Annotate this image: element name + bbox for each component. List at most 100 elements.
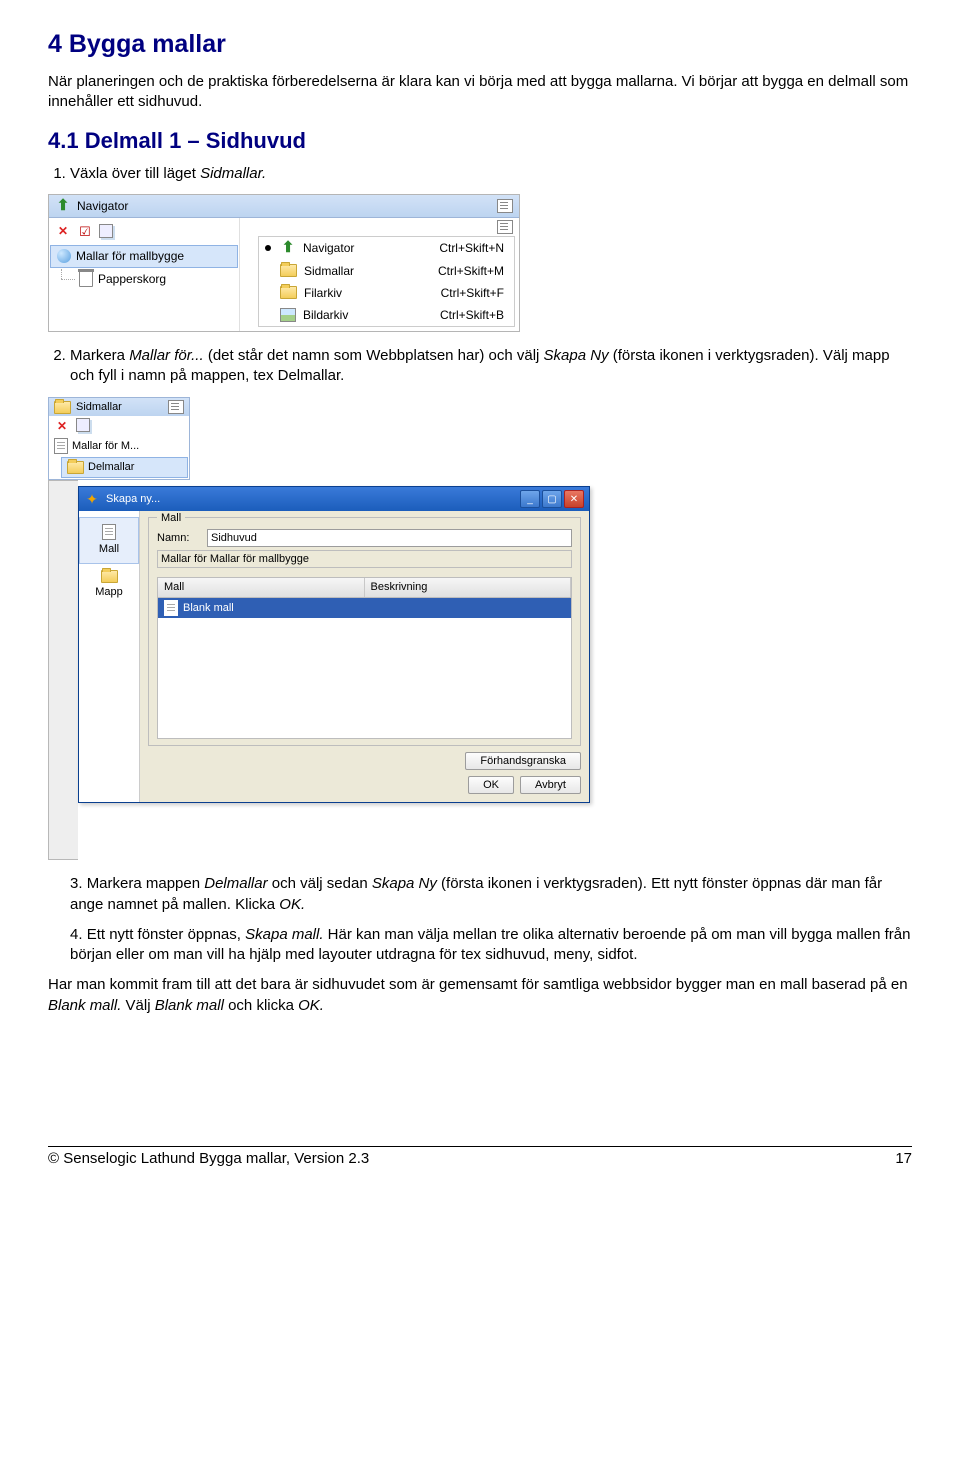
- step-3-d: Skapa Ny: [372, 875, 441, 892]
- tree-item-papperskorg[interactable]: Papperskorg: [49, 269, 239, 289]
- bildarkiv-menu-icon: [280, 308, 296, 322]
- list-row-blank-mall[interactable]: Blank mall: [158, 598, 571, 618]
- navigator-left: ✕ ☑ Mallar för mallbygge Papperskorg: [49, 218, 240, 331]
- window-buttons: _ ▢ ✕: [520, 490, 584, 508]
- sidmallar-toolbar: ✕: [49, 416, 189, 436]
- check-icon[interactable]: ☑: [77, 223, 93, 239]
- parent-path: Mallar för Mallar för mallbygge: [157, 550, 572, 568]
- navigator-toolbar: ✕ ☑: [49, 220, 239, 242]
- dialog-icon: ✦: [84, 491, 100, 507]
- dialog-sidebar: Mall Mapp: [79, 511, 140, 802]
- sidmallar-titlebar[interactable]: Sidmallar: [49, 398, 189, 417]
- folder-icon: [67, 461, 84, 474]
- footer-left: © Senselogic Lathund Bygga mallar, Versi…: [48, 1149, 369, 1169]
- step-1-em: Sidmallar.: [200, 165, 266, 182]
- navigator-tree: Mallar för mallbygge Papperskorg: [49, 242, 239, 290]
- template-listbox[interactable]: Blank mall: [157, 598, 572, 739]
- sm-tree-delmallar-label: Delmallar: [88, 460, 134, 475]
- heading-1: 4 Bygga mallar: [48, 28, 912, 62]
- step-3: Markera mappen Delmallar och välj sedan …: [70, 874, 912, 915]
- menu-filarkiv-label: Filarkiv: [304, 285, 342, 301]
- navigator-list-icon[interactable]: [497, 199, 513, 213]
- list-row-label: Blank mall: [183, 601, 234, 616]
- menu-sidmallar[interactable]: Sidmallar Ctrl+Skift+M: [259, 260, 514, 282]
- heading-2: 4.1 Delmall 1 – Sidhuvud: [48, 126, 912, 156]
- sidmallar-list-icon[interactable]: [168, 400, 184, 414]
- after-paragraph: Har man kommit fram till att det bara är…: [48, 975, 912, 1016]
- menu-filarkiv[interactable]: Filarkiv Ctrl+Skift+F: [259, 282, 514, 304]
- menu-navigator-shortcut: Ctrl+Skift+N: [439, 240, 504, 256]
- list-header: Mall Beskrivning: [157, 577, 572, 598]
- after-a: Har man kommit fram till att det bara är…: [48, 976, 908, 993]
- menu-bildarkiv[interactable]: Bildarkiv Ctrl+Skift+B: [259, 304, 514, 326]
- tree-item-mallar[interactable]: Mallar för mallbygge: [50, 245, 238, 267]
- sm-tree-delmallar[interactable]: Delmallar: [61, 457, 188, 478]
- col-beskrivning[interactable]: Beskrivning: [365, 578, 572, 597]
- step-3-b: Delmallar: [204, 875, 267, 892]
- menu-bildarkiv-label: Bildarkiv: [303, 307, 348, 323]
- sidmallar-icon: [54, 401, 71, 414]
- mall-icon: [102, 524, 116, 540]
- step-4-b: Skapa mall.: [245, 926, 323, 943]
- close-button[interactable]: ✕: [564, 490, 584, 508]
- namn-field[interactable]: Sidhuvud: [207, 529, 572, 547]
- sidebar-item-mall[interactable]: Mall: [79, 517, 139, 564]
- navigator-menu-icon: ⬆: [280, 240, 296, 256]
- sm-new-icon[interactable]: [76, 418, 90, 432]
- step-2: Markera Mallar för... (det står det namn…: [70, 346, 912, 387]
- delete-icon[interactable]: ✕: [55, 223, 71, 239]
- step-4: Ett nytt fönster öppnas, Skapa mall. Här…: [70, 925, 912, 966]
- sidmallar-menu-icon: [280, 264, 297, 277]
- after-i1: Blank mall.: [48, 997, 121, 1014]
- navigator-up-icon: ⬆: [55, 198, 71, 214]
- step-2-b: Mallar för...: [129, 347, 203, 364]
- sidebar-item-mapp[interactable]: Mapp: [79, 564, 139, 606]
- cancel-button[interactable]: Avbryt: [520, 776, 581, 794]
- page-footer: © Senselogic Lathund Bygga mallar, Versi…: [48, 1146, 912, 1169]
- col-mall[interactable]: Mall: [158, 578, 365, 597]
- menu-navigator[interactable]: ⬆ Navigator Ctrl+Skift+N: [259, 237, 514, 259]
- step-4-a: Ett nytt fönster öppnas,: [87, 926, 245, 943]
- sidmallar-title: Sidmallar: [76, 400, 122, 415]
- ok-button[interactable]: OK: [468, 776, 514, 794]
- view-menu: ⬆ Navigator Ctrl+Skift+N Sidmallar Ctrl+…: [258, 236, 515, 327]
- after-i3: OK.: [298, 997, 324, 1014]
- maximize-button[interactable]: ▢: [542, 490, 562, 508]
- intro-paragraph: När planeringen och de praktiska förbere…: [48, 72, 912, 113]
- preview-button[interactable]: Förhandsgranska: [465, 752, 581, 770]
- dialog-main: Mall Namn: Sidhuvud Mallar för Mallar fö…: [140, 511, 589, 802]
- navigator-titlebar[interactable]: ⬆ Navigator: [49, 195, 519, 218]
- after-i2: Blank mall: [155, 997, 224, 1014]
- mall-group: Mall Namn: Sidhuvud Mallar för Mallar fö…: [148, 517, 581, 746]
- view-list-icon[interactable]: [497, 220, 513, 234]
- step-3-a: Markera mappen: [87, 875, 205, 892]
- bullet-icon: [265, 245, 271, 251]
- mapp-icon: [101, 570, 118, 583]
- step-1-text: Växla över till läget: [70, 165, 200, 182]
- after-c: och klicka: [224, 997, 298, 1014]
- minimize-button[interactable]: _: [520, 490, 540, 508]
- menu-bildarkiv-shortcut: Ctrl+Skift+B: [440, 307, 504, 323]
- filarkiv-menu-icon: [280, 286, 297, 299]
- group-legend: Mall: [157, 511, 185, 526]
- globe-icon: [57, 249, 71, 263]
- tree-mallar-label: Mallar för mallbygge: [76, 248, 184, 264]
- step-2-a: Markera: [70, 347, 129, 364]
- footer-page-number: 17: [895, 1149, 912, 1169]
- sidebar-mapp-label: Mapp: [95, 585, 123, 600]
- sm-delete-icon[interactable]: ✕: [54, 418, 70, 434]
- navigator-title-text: Navigator: [77, 198, 128, 214]
- sidmallar-panel: Sidmallar ✕ Mallar för M... Delmallar: [48, 397, 190, 481]
- sm-tree-root[interactable]: Mallar för M...: [49, 436, 189, 456]
- dialog-title-text: Skapa ny...: [106, 492, 160, 507]
- copy-icon[interactable]: [99, 224, 113, 238]
- step-2-c: (det står det namn som Webbplatsen har) …: [204, 347, 544, 364]
- after-b: Välj: [121, 997, 154, 1014]
- page-icon: [54, 438, 68, 454]
- sm-tree-root-label: Mallar för M...: [72, 439, 139, 454]
- navigator-right: ⬆ Navigator Ctrl+Skift+N Sidmallar Ctrl+…: [240, 218, 519, 331]
- step-3-f: OK.: [279, 896, 305, 913]
- navigator-panel: ⬆ Navigator ✕ ☑ Mallar för mallbygge Pap…: [48, 194, 520, 332]
- dialog-titlebar[interactable]: ✦ Skapa ny... _ ▢ ✕: [79, 487, 589, 511]
- menu-sidmallar-label: Sidmallar: [304, 263, 354, 279]
